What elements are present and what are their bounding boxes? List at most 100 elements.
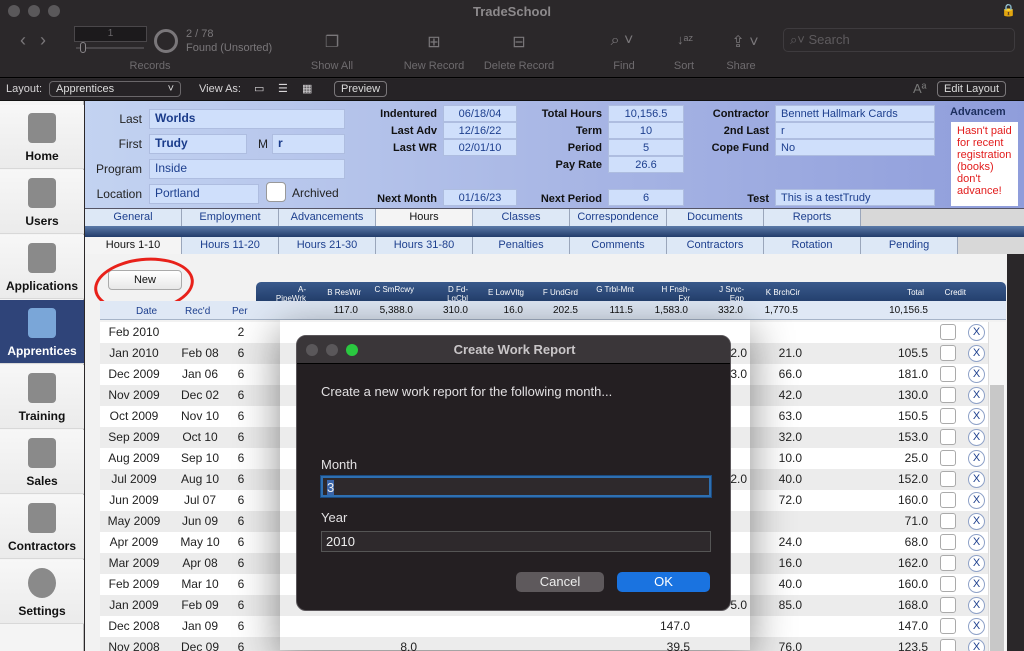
cope-fund-field[interactable]: No <box>775 139 935 156</box>
per-cell[interactable]: 6 <box>230 535 252 549</box>
last-name-field[interactable]: Worlds <box>149 109 345 129</box>
h-cell[interactable]: 39.5 <box>630 640 690 651</box>
recd-cell[interactable]: Sep 10 <box>170 451 230 465</box>
scrollbar-thumb[interactable] <box>990 385 1004 651</box>
search-field[interactable]: ⌕˅ Search <box>783 28 1015 52</box>
delete-record-button[interactable]: Delete Record <box>476 60 562 72</box>
dialog-close-button[interactable] <box>306 344 318 356</box>
recd-cell[interactable]: Feb 08 <box>170 346 230 360</box>
dialog-zoom-button[interactable] <box>346 344 358 356</box>
per-cell[interactable]: 6 <box>230 493 252 507</box>
delete-row-icon[interactable]: X <box>968 639 985 651</box>
total-cell[interactable]: 150.5 <box>860 409 928 423</box>
sidebar-item-training[interactable]: Training <box>0 365 84 429</box>
lock-icon[interactable]: 🔒 <box>1001 3 1016 17</box>
sidebar-item-applications[interactable]: Applications <box>0 235 84 299</box>
credit-checkbox[interactable] <box>940 597 956 613</box>
total-cell[interactable]: 25.0 <box>860 451 928 465</box>
credit-checkbox[interactable] <box>940 471 956 487</box>
cancel-button[interactable]: Cancel <box>516 572 604 592</box>
pay-rate-field[interactable]: 26.6 <box>608 156 684 173</box>
next-period-field[interactable]: 6 <box>608 189 684 206</box>
first-name-field[interactable]: Trudy <box>149 134 247 154</box>
credit-checkbox[interactable] <box>940 639 956 651</box>
recd-cell[interactable]: Jul 07 <box>170 493 230 507</box>
date-cell[interactable]: Dec 2008 <box>100 619 168 633</box>
archived-checkbox[interactable] <box>266 182 286 202</box>
per-cell[interactable]: 6 <box>230 388 252 402</box>
tab-classes[interactable]: Classes <box>473 209 570 226</box>
date-cell[interactable]: Mar 2009 <box>100 556 168 570</box>
credit-checkbox[interactable] <box>940 492 956 508</box>
k-cell[interactable]: 66.0 <box>750 367 802 381</box>
delete-row-icon[interactable]: X <box>968 576 985 593</box>
total-cell[interactable]: 68.0 <box>860 535 928 549</box>
ok-button[interactable]: OK <box>617 572 710 592</box>
sidebar-item-home[interactable]: Home <box>0 105 84 169</box>
per-cell[interactable]: 6 <box>230 514 252 528</box>
form-view-icon[interactable]: ▭ <box>254 82 264 95</box>
show-all-icon[interactable]: ❐ <box>322 32 342 52</box>
recd-cell[interactable]: Apr 08 <box>170 556 230 570</box>
subtab-comments[interactable]: Comments <box>570 237 667 254</box>
delete-row-icon[interactable]: X <box>968 618 985 635</box>
record-slider[interactable] <box>76 47 144 49</box>
recd-cell[interactable]: Oct 10 <box>170 430 230 444</box>
recd-cell[interactable]: Mar 10 <box>170 577 230 591</box>
recd-cell[interactable]: May 10 <box>170 535 230 549</box>
subtab-rotation[interactable]: Rotation <box>764 237 861 254</box>
recd-cell[interactable]: Aug 10 <box>170 472 230 486</box>
date-cell[interactable]: Dec 2009 <box>100 367 168 381</box>
k-cell[interactable]: 63.0 <box>750 409 802 423</box>
total-cell[interactable]: 162.0 <box>860 556 928 570</box>
tab-hours[interactable]: Hours <box>376 209 473 226</box>
per-cell[interactable]: 6 <box>230 346 252 360</box>
k-cell[interactable]: 24.0 <box>750 535 802 549</box>
total-cell[interactable]: 147.0 <box>860 619 928 633</box>
total-cell[interactable]: 71.0 <box>860 514 928 528</box>
subtab-hours-1-10[interactable]: Hours 1-10 <box>85 237 182 254</box>
preview-button[interactable]: Preview <box>334 81 388 97</box>
date-cell[interactable]: Feb 2009 <box>100 577 168 591</box>
total-cell[interactable]: 160.0 <box>860 493 928 507</box>
text-size-icon[interactable]: Aª <box>913 81 926 96</box>
k-cell[interactable]: 40.0 <box>750 472 802 486</box>
month-input[interactable]: 3 <box>321 476 711 497</box>
next-record-icon[interactable]: › <box>40 30 46 51</box>
table-row[interactable]: Nov 2008 Dec 09 6 8.0 39.5 76.0 123.5 X <box>100 637 1006 651</box>
k-cell[interactable]: 42.0 <box>750 388 802 402</box>
subtab-hours-11-20[interactable]: Hours 11-20 <box>182 237 279 254</box>
credit-checkbox[interactable] <box>940 576 956 592</box>
recd-cell[interactable]: Feb 09 <box>170 598 230 612</box>
term-field[interactable]: 10 <box>608 122 684 139</box>
share-icon[interactable]: ⇪ ˅ <box>727 32 763 52</box>
sidebar-item-apprentices[interactable]: Apprentices <box>0 300 84 364</box>
layout-select[interactable]: Apprentices ˅ <box>49 81 181 97</box>
program-field[interactable]: Inside <box>149 159 345 179</box>
date-cell[interactable]: Nov 2008 <box>100 640 168 651</box>
k-cell[interactable]: 40.0 <box>750 577 802 591</box>
credit-checkbox[interactable] <box>940 618 956 634</box>
last-adv-field[interactable]: 12/16/22 <box>443 122 517 139</box>
per-cell[interactable]: 2 <box>230 325 252 339</box>
edit-layout-button[interactable]: Edit Layout <box>937 81 1007 97</box>
subtab-hours-21-30[interactable]: Hours 21-30 <box>279 237 376 254</box>
per-cell[interactable]: 6 <box>230 598 252 612</box>
test-field[interactable]: This is a testTrudy <box>775 189 935 206</box>
contractor-field[interactable]: Bennett Hallmark Cards <box>775 105 935 122</box>
record-slider-handle[interactable] <box>80 42 86 53</box>
total-cell[interactable]: 153.0 <box>860 430 928 444</box>
recd-cell[interactable]: Dec 09 <box>170 640 230 651</box>
period-field[interactable]: 5 <box>608 139 684 156</box>
tab-general[interactable]: General <box>85 209 182 226</box>
next-month-field[interactable]: 01/16/23 <box>443 189 517 206</box>
sort-icon[interactable]: ↓ᵃᶻ <box>675 32 695 47</box>
sidebar-item-contractors[interactable]: Contractors <box>0 495 84 559</box>
per-cell[interactable]: 6 <box>230 472 252 486</box>
delete-row-icon[interactable]: X <box>968 492 985 509</box>
date-cell[interactable]: Aug 2009 <box>100 451 168 465</box>
c-cell[interactable]: 8.0 <box>365 640 417 651</box>
recd-cell[interactable]: Jan 09 <box>170 619 230 633</box>
credit-checkbox[interactable] <box>940 408 956 424</box>
find-button[interactable]: Find <box>600 60 648 72</box>
